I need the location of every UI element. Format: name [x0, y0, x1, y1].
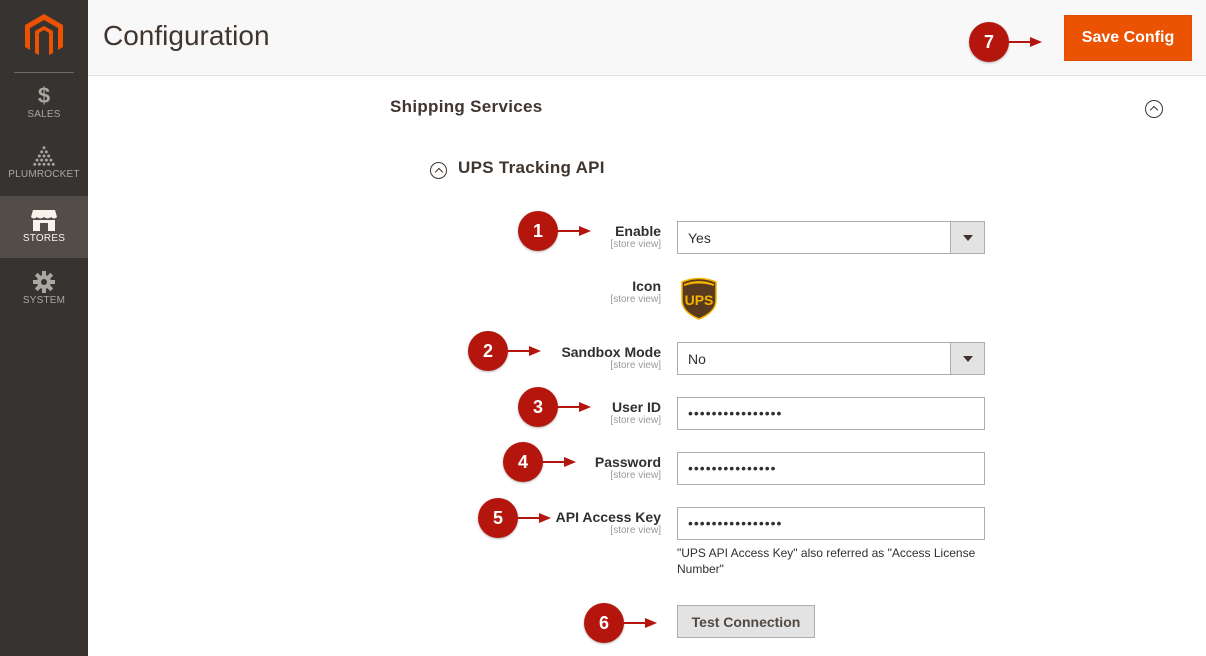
chevron-down-icon: [963, 235, 973, 241]
ups-logo-icon: UPS: [681, 277, 717, 320]
sandbox-select-value: No: [688, 351, 706, 367]
sidebar-divider: [14, 72, 74, 73]
api-access-key-label: API Access Key: [555, 509, 661, 525]
callout-badge-4: 4: [503, 442, 543, 482]
sidebar-item-sales[interactable]: $ SALES: [0, 78, 88, 140]
api-access-key-field[interactable]: ••••••••••••••••: [677, 507, 985, 540]
sandbox-mode-label: Sandbox Mode: [561, 344, 661, 360]
ups-logo-text: UPS: [685, 292, 714, 308]
callout-badge-7: 7: [969, 22, 1009, 62]
sidebar-item-label: STORES: [22, 233, 66, 244]
callout-badge-5: 5: [478, 498, 518, 538]
chevron-down-icon: [963, 356, 973, 362]
admin-sidebar: $ SALES PLUMROCKET STORES SYSTEM: [0, 0, 88, 656]
user-id-field[interactable]: ••••••••••••••••: [677, 397, 985, 430]
enable-label: Enable: [615, 223, 661, 239]
icon-label: Icon: [632, 278, 661, 294]
plumrocket-icon: [33, 146, 55, 166]
scope-label: [store view]: [610, 360, 661, 371]
callout-arrow-7: [1008, 37, 1042, 47]
sidebar-item-plumrocket[interactable]: PLUMROCKET: [0, 138, 88, 200]
gear-icon: [33, 271, 55, 293]
enable-select-value: Yes: [688, 230, 711, 246]
magento-logo[interactable]: [25, 14, 63, 58]
test-connection-button[interactable]: Test Connection: [677, 605, 815, 638]
subsection-title[interactable]: UPS Tracking API: [458, 158, 605, 178]
scope-label: [store view]: [610, 239, 661, 250]
callout-badge-1: 1: [518, 211, 558, 251]
callout-badge-2: 2: [468, 331, 508, 371]
store-icon: [31, 210, 57, 231]
scope-label: [store view]: [610, 294, 661, 305]
callout-arrow-3: [557, 402, 591, 412]
callout-arrow-1: [557, 226, 591, 236]
user-id-label: User ID: [611, 399, 661, 415]
callout-arrow-5: [517, 513, 551, 523]
sidebar-item-label: SALES: [27, 109, 61, 120]
sidebar-item-stores[interactable]: STORES: [0, 196, 88, 258]
password-label: Password: [594, 454, 661, 470]
field-note: "UPS API Access Key" also referred as "A…: [677, 546, 976, 576]
callout-arrow-4: [542, 457, 576, 467]
sandbox-mode-select[interactable]: No: [677, 342, 985, 375]
callout-arrow-2: [507, 346, 541, 356]
sidebar-item-system[interactable]: SYSTEM: [0, 260, 88, 322]
callout-badge-6: 6: [584, 603, 624, 643]
dollar-icon: $: [37, 83, 51, 108]
sidebar-item-label: SYSTEM: [22, 295, 66, 306]
select-toggle[interactable]: [950, 343, 984, 374]
callout-badge-3: 3: [518, 387, 558, 427]
select-toggle[interactable]: [950, 222, 984, 253]
sidebar-item-label: PLUMROCKET: [8, 169, 80, 180]
scope-label: [store view]: [610, 470, 661, 481]
scope-label: [store view]: [610, 415, 661, 426]
callout-arrow-6: [623, 618, 657, 628]
section-title[interactable]: Shipping Services: [390, 97, 542, 117]
collapse-icon[interactable]: [1145, 100, 1163, 118]
scope-label: [store view]: [610, 525, 661, 536]
save-config-button[interactable]: Save Config: [1064, 15, 1192, 61]
enable-select[interactable]: Yes: [677, 221, 985, 254]
page-title: Configuration: [103, 20, 270, 51]
password-field[interactable]: •••••••••••••••: [677, 452, 985, 485]
collapse-icon[interactable]: [430, 162, 447, 179]
